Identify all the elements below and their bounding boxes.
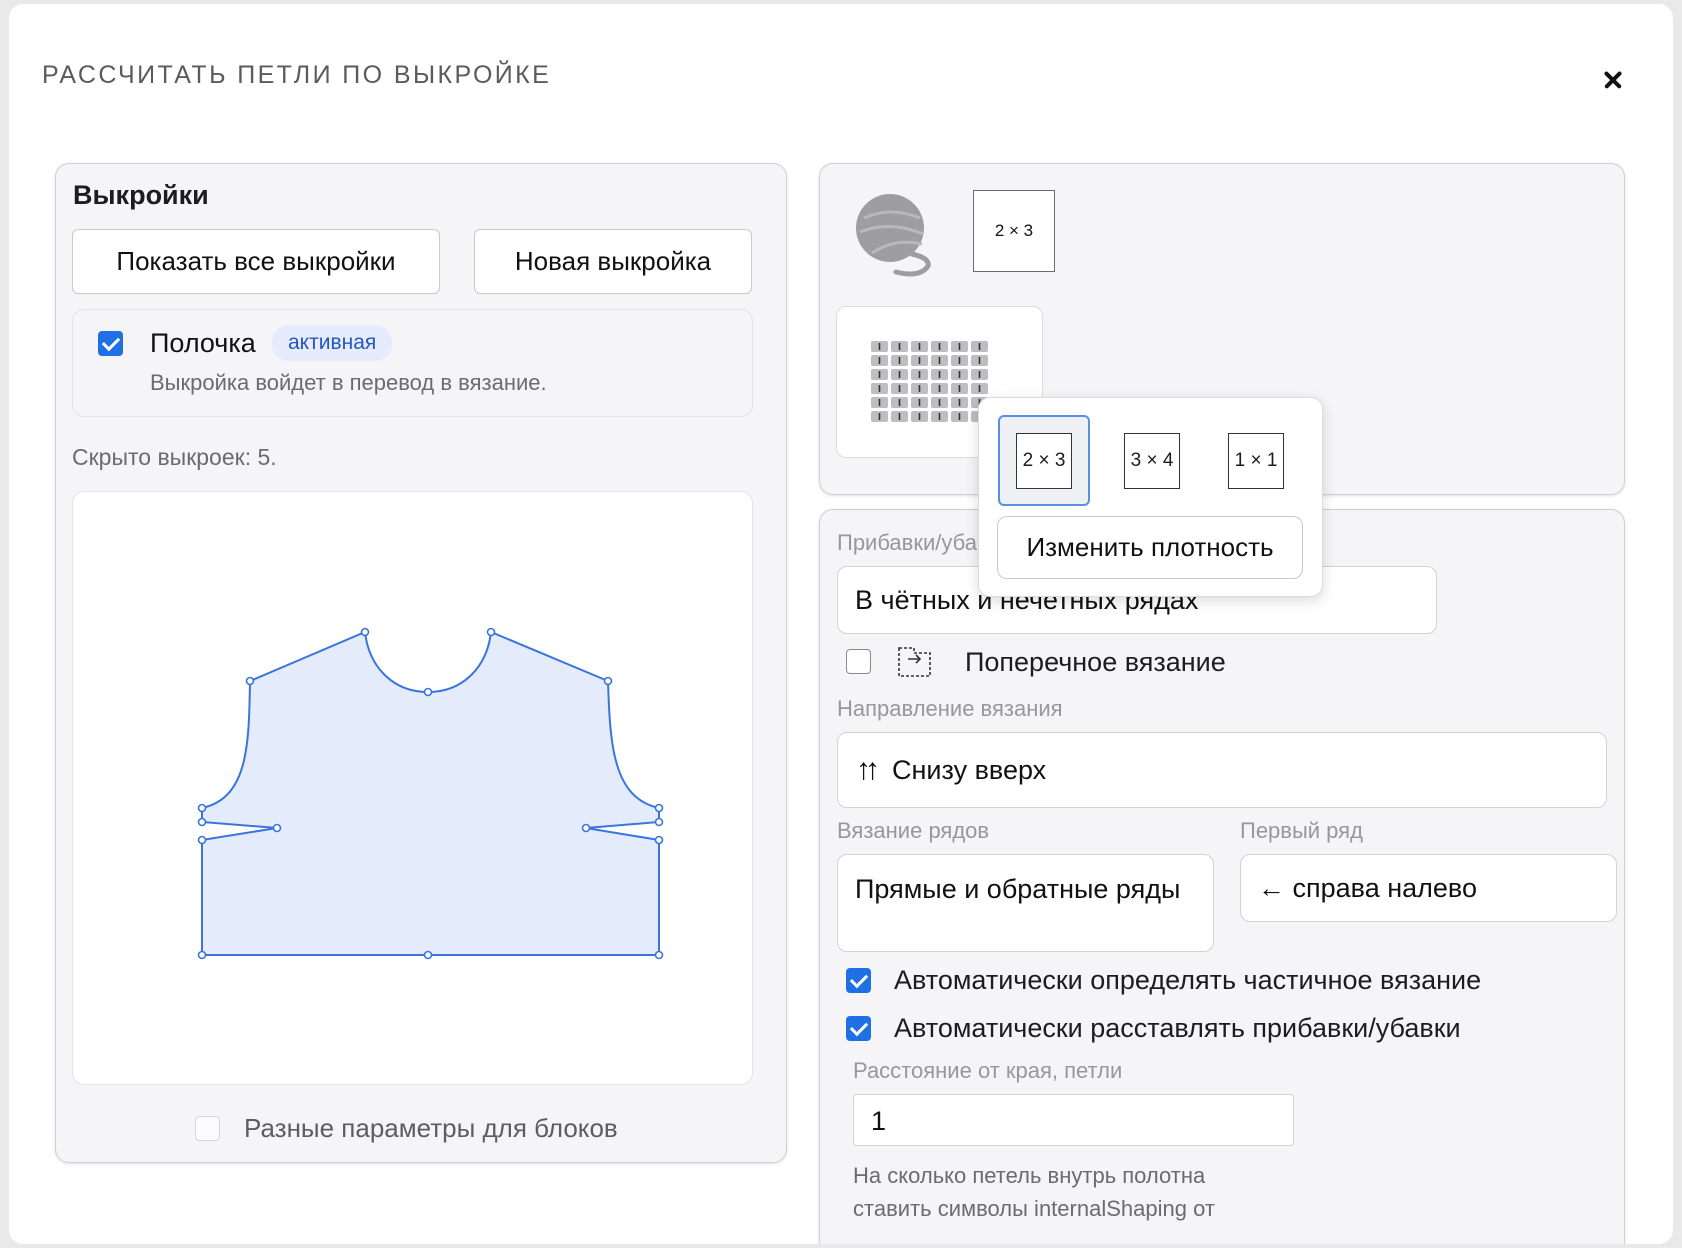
patterns-heading: Выкройки [73,180,209,210]
density-option-3[interactable]: 1 × 1 [1210,415,1302,506]
first-row-label: Первый ряд [1240,818,1363,843]
pattern-item-description: Выкройка войдет в перевод в вязание. [150,370,547,395]
dialog-title: РАССЧИТАТЬ ПЕТЛИ ПО ВЫКРОЙКЕ [42,61,552,89]
density-popover: 2 × 3 3 × 4 1 × 1 Изменить плотность [978,397,1323,597]
transverse-checkbox[interactable] [846,649,871,674]
patterns-panel: Выкройки Показать все выкройки Новая вык… [55,163,787,1163]
yarn-ball-icon [856,194,931,277]
arrows-up-icon: ↑↑ [856,753,880,786]
auto-shaping-label: Автоматически расставлять прибавки/убавк… [894,1013,1461,1043]
settings-panel: Прибавки/убавки В чётных и нечетных ряда… [819,509,1625,1244]
first-row-select[interactable]: ← справа налево [1240,854,1617,922]
rows-select[interactable]: Прямые и обратные ряды [837,854,1214,952]
help-text-line1: На сколько петель внутрь полотна [853,1163,1206,1188]
auto-partial-checkbox[interactable] [846,968,871,993]
density-option-2-label: 3 × 4 [1130,449,1174,471]
new-pattern-button[interactable]: Новая выкройка [474,229,752,294]
hidden-patterns-count: Скрыто выкроек: 5. [72,444,277,470]
status-badge: активная [272,325,393,361]
garment-shape [197,627,664,960]
density-option-2[interactable]: 3 × 4 [1106,415,1198,506]
density-option-1-label: 2 × 3 [1022,449,1066,471]
transverse-knitting-icon [898,647,931,677]
pattern-preview [72,491,753,1085]
close-icon[interactable] [1595,62,1631,98]
different-params-label: Разные параметры для блоков [244,1113,618,1143]
pattern-item[interactable]: Полочка активная Выкройка войдет в перев… [72,309,753,417]
edge-distance-label: Расстояние от края, петли [853,1058,1123,1083]
auto-shaping-checkbox[interactable] [846,1016,871,1041]
density-option-3-label: 1 × 1 [1234,449,1278,471]
density-swatch-button[interactable]: 2 × 3 [973,190,1055,272]
transverse-label: Поперечное вязание [965,647,1226,677]
density-option-1[interactable]: 2 × 3 [998,415,1090,506]
show-all-patterns-button[interactable]: Показать все выкройки [72,229,440,294]
edge-distance-input[interactable]: 1 [853,1094,1294,1146]
direction-select[interactable]: ↑↑ Снизу вверх [837,732,1607,808]
auto-partial-label: Автоматически определять частичное вязан… [894,965,1482,995]
direction-label: Направление вязания [837,696,1063,721]
help-text-line2: ставить символы internalShaping от [853,1196,1215,1221]
dialog: РАССЧИТАТЬ ПЕТЛИ ПО ВЫКРОЙКЕ Выкройки По… [9,4,1673,1244]
pattern-item-checkbox[interactable] [98,331,123,356]
density-swatch-value: 2 × 3 [994,221,1034,240]
pattern-item-name: Полочка [150,328,256,358]
rows-label: Вязание рядов [837,818,990,843]
different-params-checkbox[interactable] [195,1116,220,1141]
change-density-button[interactable]: Изменить плотность [997,516,1303,579]
